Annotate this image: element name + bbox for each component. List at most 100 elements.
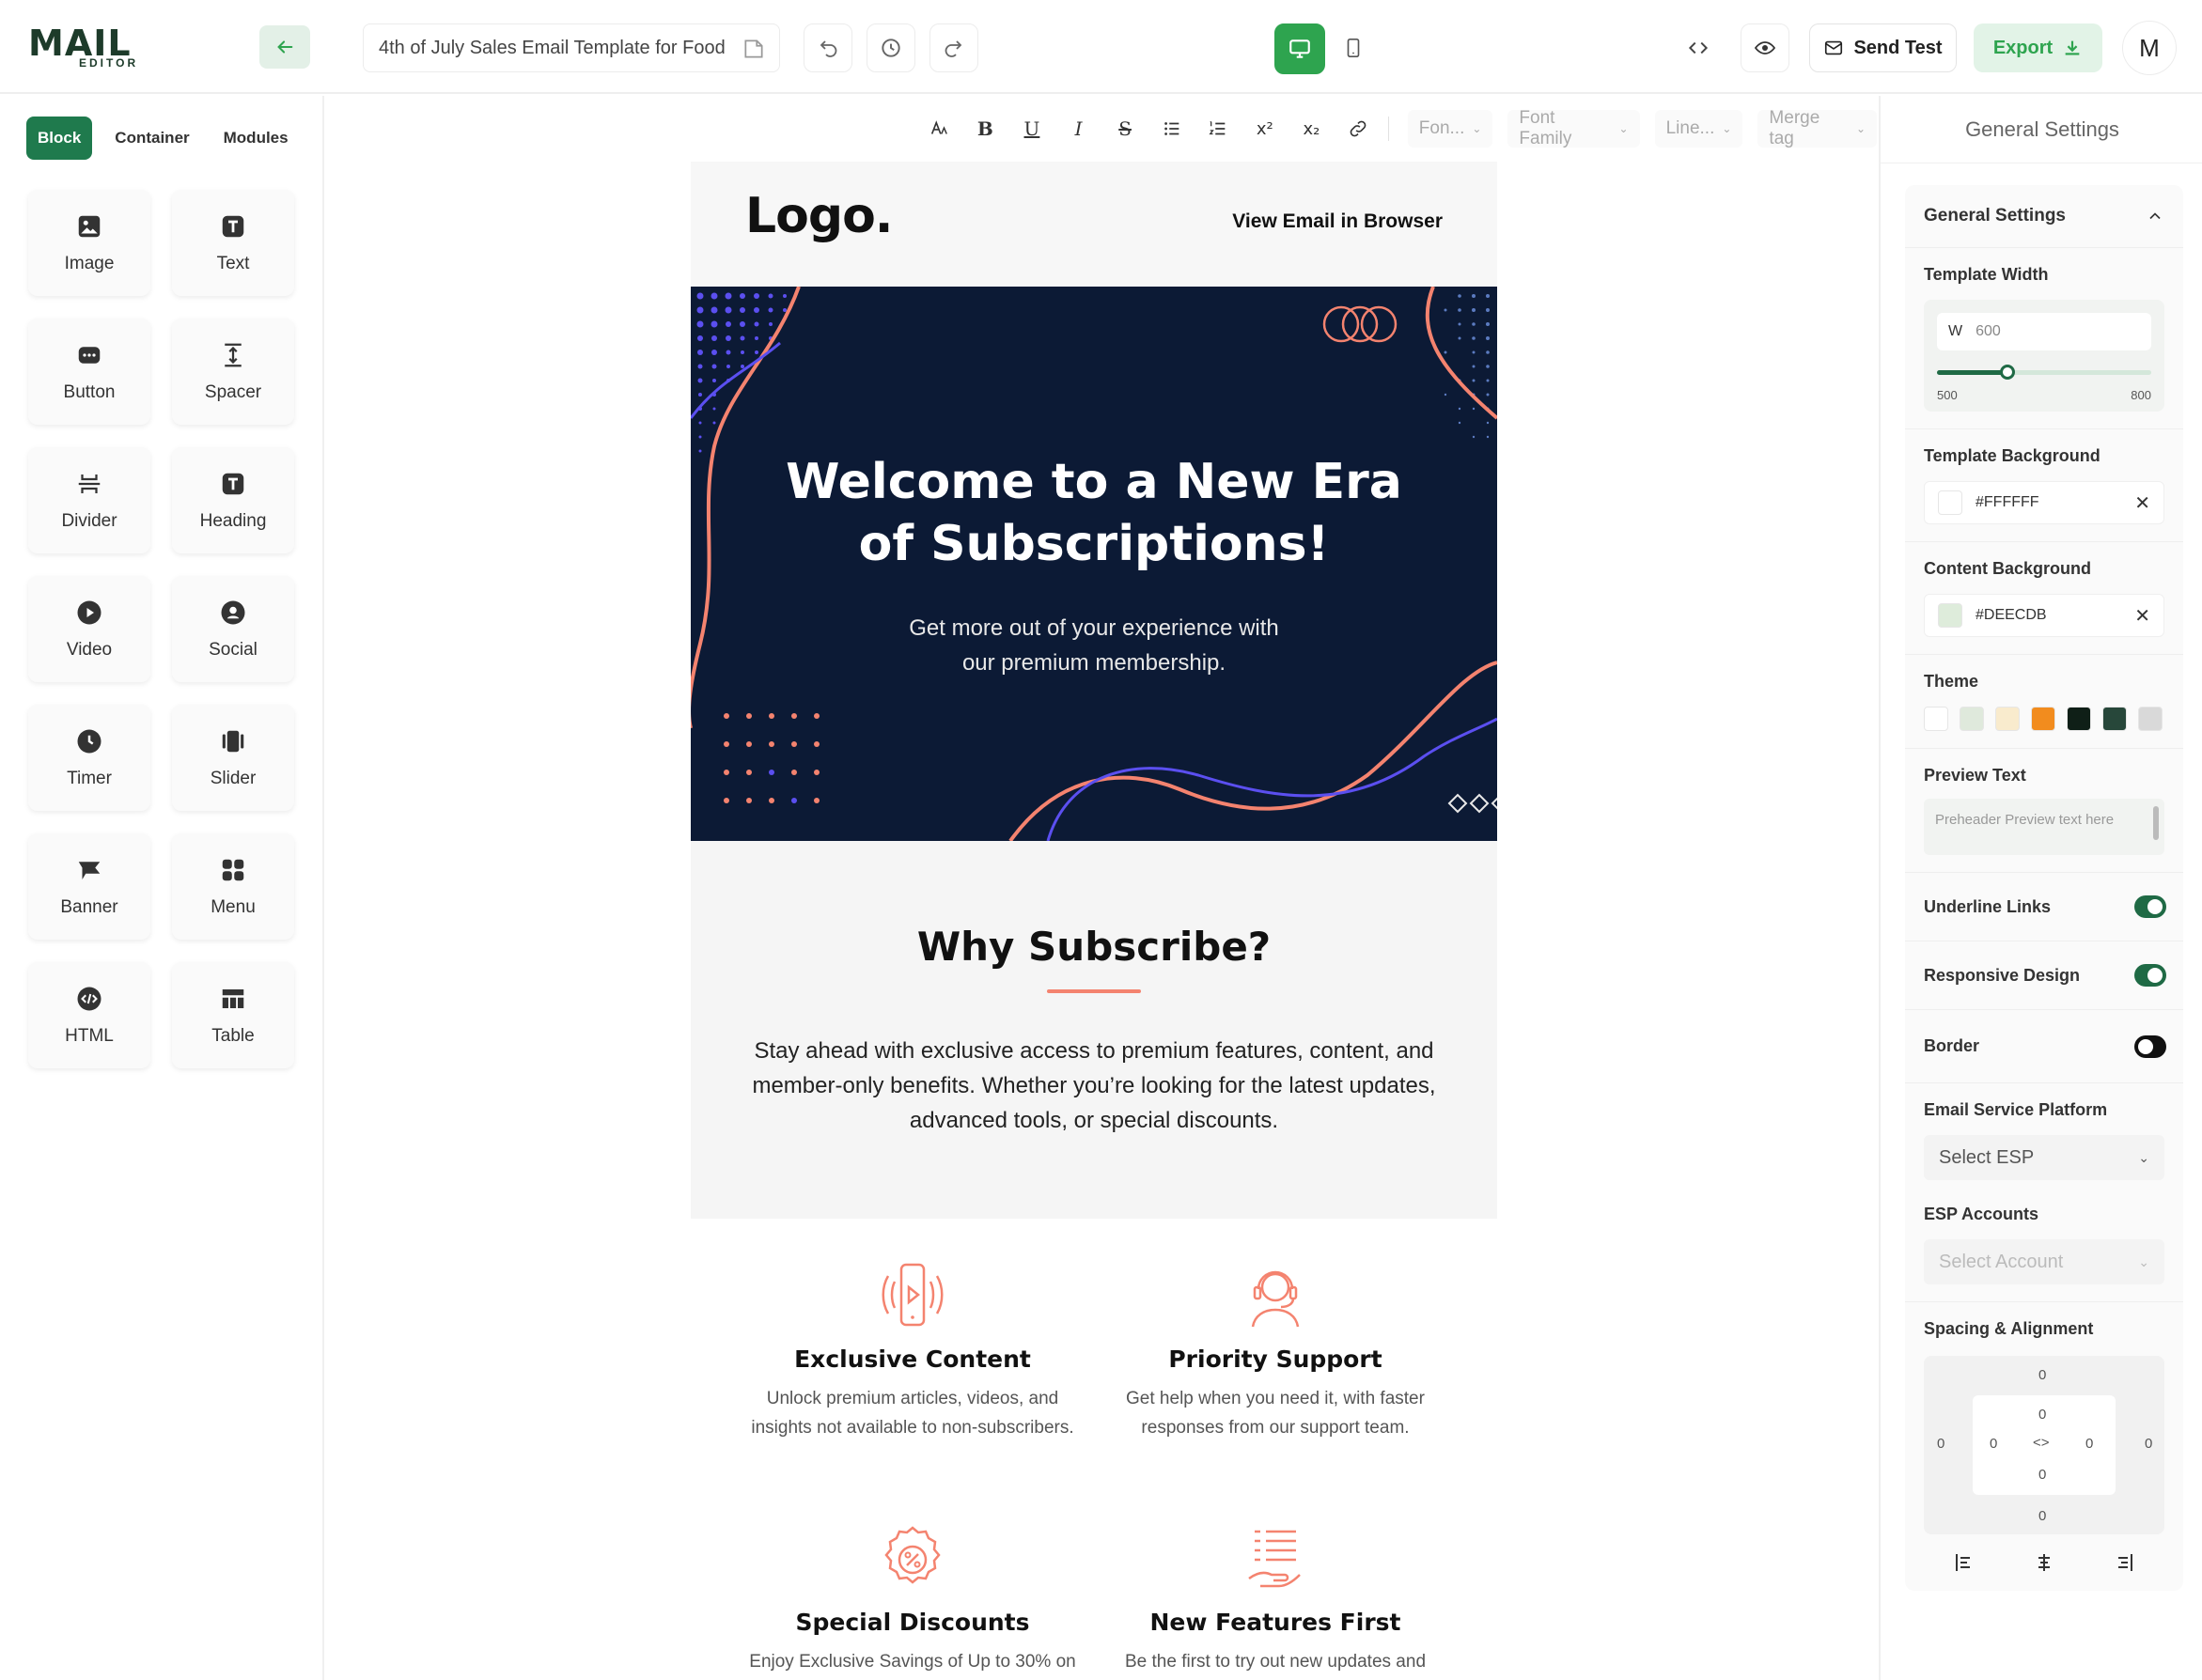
desktop-view-button[interactable]: [1274, 23, 1325, 74]
timer-icon: [77, 729, 102, 753]
preview-text-input[interactable]: Preheader Preview text here: [1924, 799, 2164, 855]
inner-left-input[interactable]: 0: [1990, 1436, 1997, 1452]
block-banner[interactable]: Banner: [28, 833, 150, 940]
block-html[interactable]: HTML: [28, 962, 150, 1068]
superscript-button[interactable]: x²: [1244, 108, 1286, 149]
theme-swatch[interactable]: [1960, 707, 1984, 731]
block-spacer[interactable]: Spacer: [172, 319, 294, 425]
block-menu[interactable]: Menu: [172, 833, 294, 940]
why-subscribe-section[interactable]: Why Subscribe? Stay ahead with exclusive…: [691, 841, 1497, 1219]
template-title-input[interactable]: 4th of July Sales Email Template for Foo…: [363, 23, 780, 72]
feature-card[interactable]: Special Discounts Enjoy Exclusive Saving…: [743, 1524, 1082, 1676]
view-in-browser-link[interactable]: View Email in Browser: [1232, 210, 1443, 233]
block-divider[interactable]: Divider: [28, 447, 150, 553]
color-swatch[interactable]: [1938, 490, 1962, 515]
outer-bottom-input[interactable]: 0: [2038, 1508, 2046, 1524]
inner-bottom-input[interactable]: 0: [2038, 1467, 2046, 1483]
esp-select[interactable]: Select ESP ⌄: [1924, 1135, 2164, 1180]
theme-swatch[interactable]: [2102, 707, 2127, 731]
features-section[interactable]: Exclusive Content Unlock premium article…: [691, 1219, 1497, 1680]
esp-account-select[interactable]: Select Account ⌄: [1924, 1239, 2164, 1284]
tab-container[interactable]: Container: [103, 117, 200, 160]
responsive-design-toggle[interactable]: [2134, 964, 2166, 987]
hero-banner[interactable]: Welcome to a New Era of Subscriptions! G…: [691, 287, 1497, 841]
theme-swatch[interactable]: [2138, 707, 2163, 731]
send-test-label: Send Test: [1853, 37, 1943, 58]
hero-subtitle: Get more out of your experience with our…: [879, 611, 1309, 680]
general-settings-header[interactable]: General Settings: [1905, 185, 2183, 248]
line-height-dropdown[interactable]: Line... ⌄: [1654, 110, 1743, 148]
block-slider[interactable]: Slider: [172, 705, 294, 811]
feature-card[interactable]: Priority Support Get help when you need …: [1106, 1261, 1445, 1442]
preview-button[interactable]: [1741, 23, 1789, 72]
preview-text-placeholder: Preheader Preview text here: [1935, 812, 2115, 828]
theme-swatch[interactable]: [1995, 707, 2020, 731]
history-button[interactable]: [867, 23, 915, 72]
color-swatch[interactable]: [1938, 603, 1962, 628]
width-slider[interactable]: [1937, 362, 2151, 382]
outer-top-input[interactable]: 0: [2038, 1367, 2046, 1383]
theme-swatch[interactable]: [1924, 707, 1948, 731]
align-left-icon[interactable]: [1953, 1551, 1976, 1574]
font-size-dropdown[interactable]: Fon... ⌄: [1407, 110, 1493, 148]
outer-right-input[interactable]: 0: [2145, 1436, 2152, 1452]
bold-button[interactable]: B: [965, 108, 1007, 149]
tab-modules[interactable]: Modules: [212, 117, 300, 160]
link-button[interactable]: [1337, 108, 1379, 149]
export-button[interactable]: Export: [1974, 23, 2102, 72]
send-test-button[interactable]: Send Test: [1809, 23, 1957, 72]
strikethrough-button[interactable]: S: [1104, 108, 1146, 149]
clear-icon[interactable]: ✕: [2134, 604, 2150, 628]
block-table[interactable]: Table: [172, 962, 294, 1068]
block-timer[interactable]: Timer: [28, 705, 150, 811]
outer-left-input[interactable]: 0: [1937, 1436, 1944, 1452]
align-center-icon[interactable]: [2033, 1551, 2055, 1574]
width-input[interactable]: W 600: [1937, 313, 2151, 350]
hero-subtitle-line: our premium membership.: [961, 650, 1226, 676]
text-color-button[interactable]: [918, 108, 960, 149]
theme-swatch[interactable]: [2067, 707, 2091, 731]
link-spacing-icon[interactable]: <>: [2033, 1435, 2050, 1451]
inner-right-input[interactable]: 0: [2085, 1436, 2093, 1452]
block-image[interactable]: Image: [28, 190, 150, 296]
logo-subtext: EDITOR: [79, 56, 139, 70]
back-button[interactable]: [259, 25, 310, 69]
numbered-list-icon: [1209, 121, 1226, 135]
redo-button[interactable]: [929, 23, 978, 72]
underline-button[interactable]: U: [1011, 108, 1053, 149]
link-icon: [1350, 120, 1366, 137]
font-family-dropdown[interactable]: Font Family ⌄: [1507, 108, 1640, 148]
underline-links-toggle[interactable]: [2134, 895, 2166, 918]
slider-max: 800: [2131, 388, 2151, 402]
block-social[interactable]: Social: [172, 576, 294, 682]
code-view-button[interactable]: [1674, 23, 1723, 72]
block-button[interactable]: Button: [28, 319, 150, 425]
block-heading[interactable]: Heading: [172, 447, 294, 553]
template-bg-input[interactable]: #FFFFFF ✕: [1924, 481, 2164, 524]
block-text[interactable]: Text: [172, 190, 294, 296]
email-header[interactable]: Logo. View Email in Browser: [691, 162, 1497, 287]
feature-card[interactable]: New Features First Be the first to try o…: [1106, 1524, 1445, 1676]
template-title: 4th of July Sales Email Template for Foo…: [379, 37, 726, 58]
spacing-control: 0 0 0 0 0 0 <> 0 0: [1924, 1356, 2164, 1534]
block-video[interactable]: Video: [28, 576, 150, 682]
feature-card[interactable]: Exclusive Content Unlock premium article…: [743, 1261, 1082, 1442]
italic-button[interactable]: I: [1058, 108, 1100, 149]
mobile-view-button[interactable]: [1329, 23, 1378, 72]
inner-top-input[interactable]: 0: [2038, 1407, 2046, 1423]
tab-block[interactable]: Block: [26, 117, 93, 160]
textarea-scrollbar[interactable]: [2153, 806, 2159, 840]
user-avatar[interactable]: M: [2122, 21, 2177, 75]
slider-thumb[interactable]: [2000, 365, 2016, 380]
bullet-list-button[interactable]: [1151, 108, 1193, 149]
merge-tag-dropdown[interactable]: Merge tag ⌄: [1757, 108, 1878, 148]
border-toggle[interactable]: [2134, 1034, 2166, 1058]
undo-button[interactable]: [804, 23, 852, 72]
hero-title-line: of Subscriptions!: [858, 516, 1330, 572]
align-right-icon[interactable]: [2113, 1551, 2135, 1574]
numbered-list-button[interactable]: [1197, 108, 1239, 149]
content-bg-input[interactable]: #DEECDB ✕: [1924, 594, 2164, 637]
theme-swatch[interactable]: [2031, 707, 2055, 731]
clear-icon[interactable]: ✕: [2134, 491, 2150, 515]
subscript-button[interactable]: x₂: [1291, 108, 1333, 149]
